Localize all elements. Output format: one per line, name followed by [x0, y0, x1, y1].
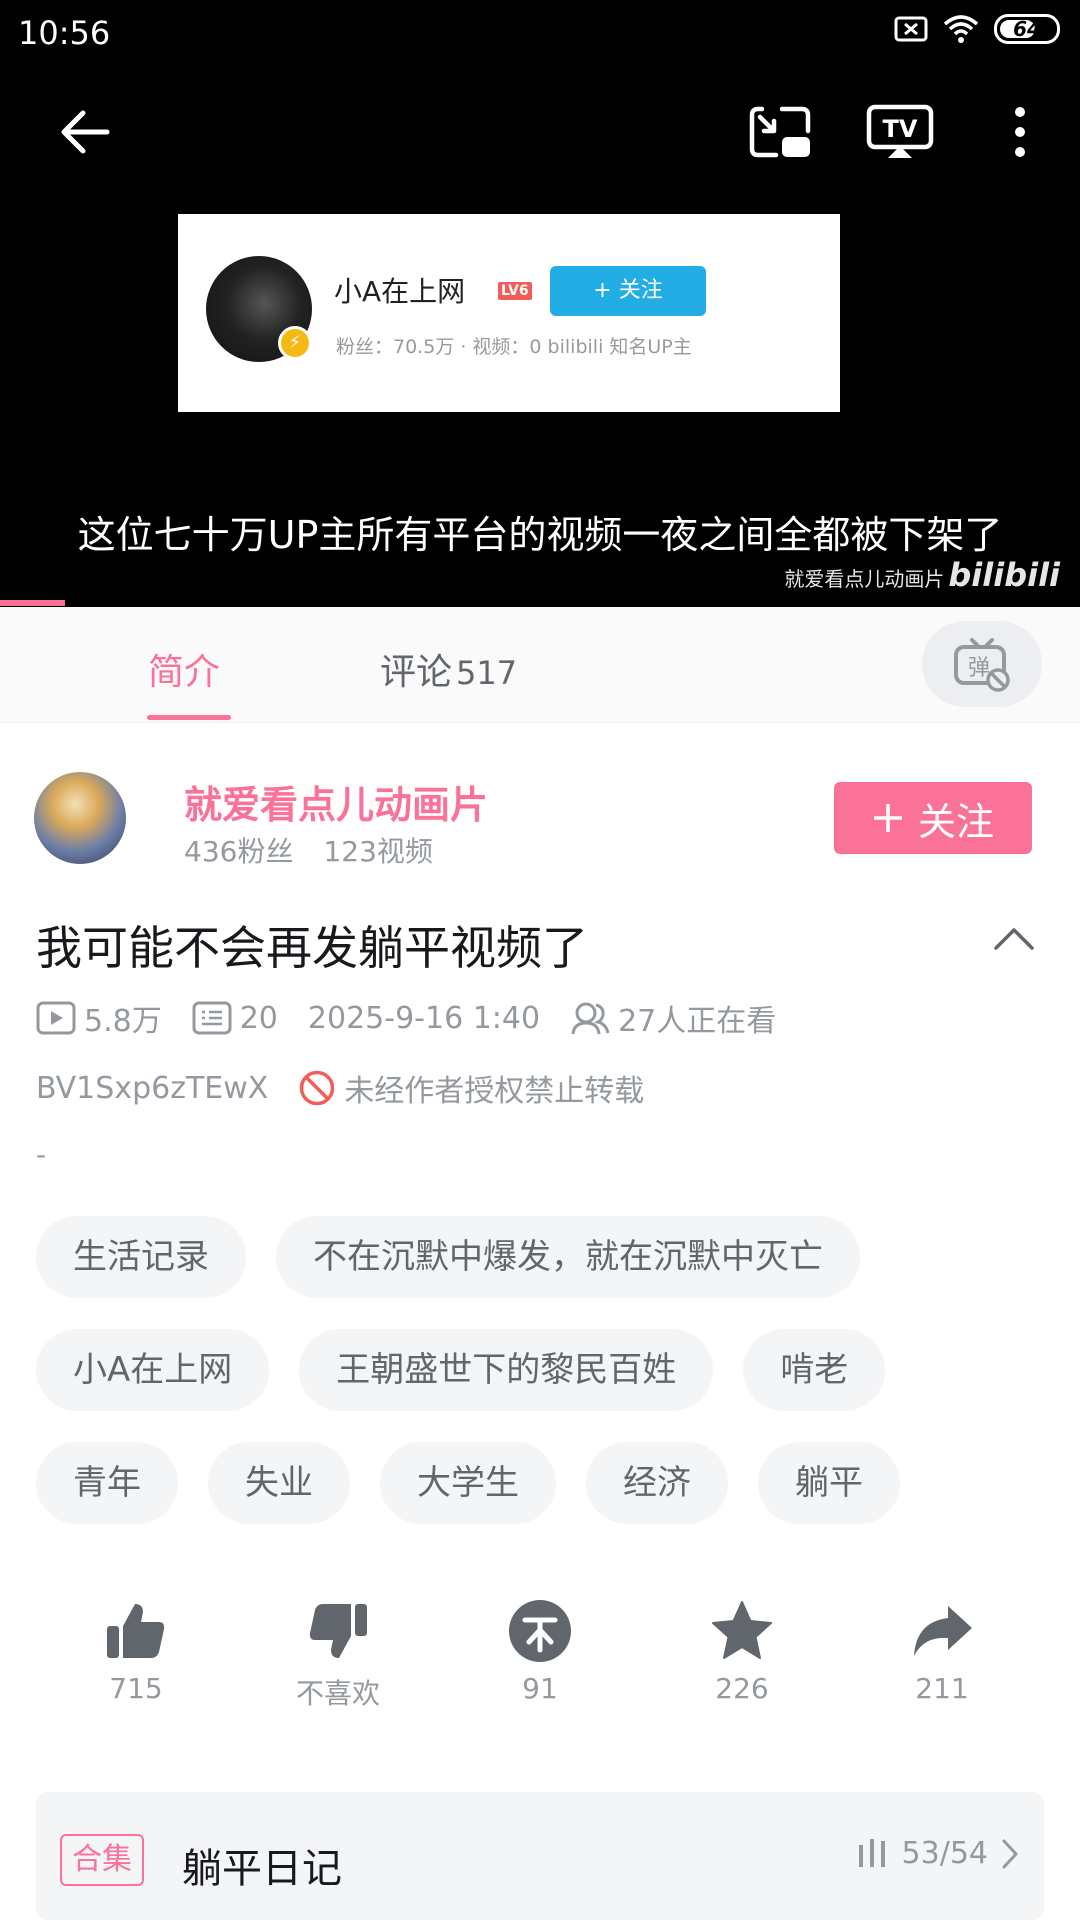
copyright-text: 未经作者授权禁止转载 [344, 1074, 645, 1109]
video-description: - [36, 1138, 47, 1171]
star-icon [712, 1601, 772, 1659]
bvid[interactable]: BV1Sxp6zTEwX [36, 1071, 268, 1106]
tag[interactable]: 经济 [586, 1442, 728, 1524]
video-subtitle: 这位七十万UP主所有平台的视频一夜之间全都被下架了 [77, 513, 1003, 557]
uploader-avatar[interactable] [34, 772, 126, 864]
embed-stats: 粉丝：70.5万 · 视频：0 bilibili 知名UP主 [336, 336, 692, 358]
wifi-icon [943, 15, 979, 43]
video-frame-profile-card: ⚡ 小A在上网 LV6 + 关注 粉丝：70.5万 · 视频：0 bilibil… [178, 214, 840, 412]
people-watching-icon [571, 1002, 610, 1035]
chevron-right-icon [1002, 1839, 1018, 1868]
follow-label: 关注 [917, 799, 994, 844]
tag[interactable]: 不在沉默中爆发，就在沉默中灭亡 [276, 1216, 860, 1298]
back-button[interactable] [44, 100, 124, 164]
video-watermark: 就爱看点儿动画片 bilibili [784, 556, 1060, 594]
tab-comments-label: 评论 [380, 652, 453, 693]
plus-icon [873, 804, 902, 832]
tab-comments[interactable]: 评论 517 [380, 643, 517, 695]
tag-row: 青年 失业 大学生 经济 躺平 [36, 1442, 900, 1524]
danmaku-count: 20 [239, 1000, 278, 1036]
dislike-label: 不喜欢 [295, 1677, 380, 1710]
danmaku-stat: 20 [192, 1001, 278, 1036]
thumbs-up-icon [107, 1604, 165, 1658]
tag[interactable]: 啃老 [743, 1329, 886, 1411]
like-count: 715 [109, 1672, 163, 1705]
battery-level: 64 [1013, 17, 1041, 41]
views-stat: 5.8万 [36, 996, 162, 1040]
bvid-row: BV1Sxp6zTEwX 未经作者授权禁止转载 [36, 1066, 644, 1110]
watermark-logo: bilibili [948, 556, 1060, 594]
pip-button[interactable] [740, 100, 820, 164]
dislike-button[interactable]: 不喜欢 [278, 1600, 398, 1712]
watermark-text: 就爱看点儿动画片 [784, 567, 945, 591]
watching-count: 27人正在看 [618, 1004, 777, 1039]
tag[interactable]: 生活记录 [36, 1216, 246, 1298]
picture-in-picture-icon [749, 106, 811, 158]
like-button[interactable]: 715 [76, 1600, 196, 1705]
no-sim-icon [894, 16, 928, 42]
forbidden-icon [300, 1070, 335, 1106]
collection-card[interactable]: 合集 躺平日记 53/54 [36, 1792, 1044, 1920]
lightning-badge-icon: ⚡ [278, 326, 312, 360]
collapse-button[interactable] [990, 918, 1038, 958]
tag[interactable]: 小A在上网 [36, 1329, 270, 1411]
more-vertical-icon [1015, 107, 1025, 157]
playback-progress-bar[interactable] [0, 600, 65, 606]
favorite-count: 226 [715, 1672, 769, 1705]
follow-button[interactable]: 关注 [834, 782, 1032, 854]
tab-intro[interactable]: 简介 [148, 643, 220, 695]
coin-count: 91 [522, 1672, 558, 1705]
video-meta: 5.8万 20 2025-9-16 1:40 27人正在看 [36, 996, 806, 1040]
danmaku-toggle-button[interactable]: 弹 [922, 621, 1042, 707]
tab-comments-count: 517 [456, 654, 518, 692]
uploader-videos: 123视频 [323, 835, 433, 868]
tag[interactable]: 失业 [208, 1442, 350, 1524]
embed-follow-label: + 关注 [550, 266, 706, 316]
tag[interactable]: 王朝盛世下的黎民百姓 [299, 1329, 714, 1411]
tag-row: 小A在上网 王朝盛世下的黎民百姓 啃老 [36, 1329, 886, 1411]
danmaku-off-icon: 弹 [954, 638, 1010, 692]
more-options-button[interactable] [980, 100, 1060, 164]
video-title: 我可能不会再发躺平视频了 [36, 921, 588, 975]
coin-button[interactable]: 91 [480, 1600, 600, 1705]
tag[interactable]: 大学生 [380, 1442, 556, 1524]
publish-date: 2025-9-16 1:40 [307, 1000, 541, 1036]
tab-active-indicator [147, 715, 231, 720]
share-button[interactable]: 211 [882, 1600, 1002, 1705]
tv-cast-icon: TV [866, 104, 934, 158]
share-arrow-icon [914, 1606, 972, 1656]
status-icons: 64 [894, 14, 1060, 44]
copyright-notice: 未经作者授权禁止转载 [298, 1066, 644, 1110]
share-count: 211 [915, 1672, 969, 1705]
svg-text:TV: TV [883, 115, 918, 143]
embed-level-badge: LV6 [498, 282, 532, 300]
playlist-bars-icon [858, 1838, 885, 1867]
uploader-stats: 436粉丝 123视频 [184, 830, 433, 870]
tab-bar: 简介 评论 517 弹 [0, 607, 1080, 723]
tag-row: 生活记录 不在沉默中爆发，就在沉默中灭亡 [36, 1216, 860, 1298]
views-count: 5.8万 [84, 1004, 162, 1039]
chevron-up-icon [994, 928, 1034, 950]
danmaku-count-icon [192, 1001, 232, 1035]
battery-icon: 64 [994, 14, 1060, 44]
tag[interactable]: 青年 [36, 1442, 178, 1524]
collection-episode: 53/54 [901, 1836, 988, 1871]
tv-cast-button[interactable]: TV [860, 100, 940, 164]
uploader-name[interactable]: 就爱看点儿动画片 [184, 774, 488, 829]
uploader-fans: 436粉丝 [184, 835, 294, 868]
status-time: 10:56 [18, 14, 111, 52]
collection-progress: 53/54 [856, 1836, 1020, 1871]
play-count-icon [36, 1001, 76, 1035]
back-arrow-icon [61, 110, 110, 154]
watching-stat: 27人正在看 [570, 996, 776, 1040]
embed-name: 小A在上网 [334, 275, 466, 308]
collection-title: 躺平日记 [182, 1846, 342, 1892]
coin-icon [509, 1600, 571, 1662]
favorite-button[interactable]: 226 [682, 1600, 802, 1705]
thumbs-down-icon [309, 1604, 367, 1658]
collection-badge: 合集 [60, 1834, 144, 1886]
tag[interactable]: 躺平 [758, 1442, 900, 1524]
video-player[interactable]: 10:56 64 TV ⚡ 小A在上网 LV6 + 关注 粉丝：70.5万 · … [0, 0, 1080, 607]
